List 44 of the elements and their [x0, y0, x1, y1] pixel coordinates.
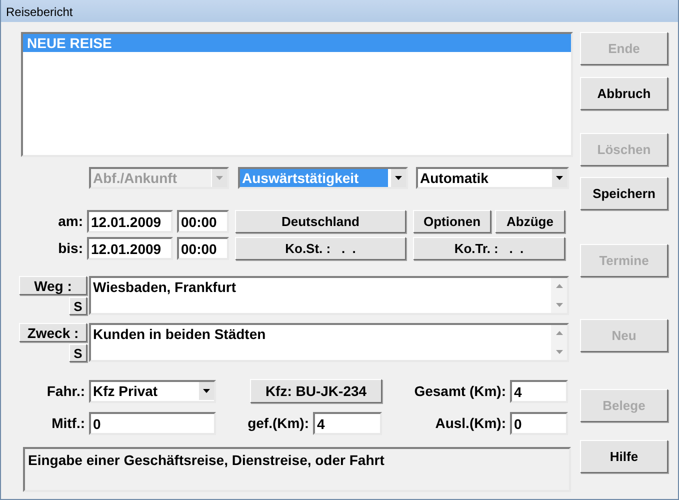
- vehicle-button[interactable]: Kfz: BU-JK-234: [250, 379, 382, 403]
- field-label: gef.(Km):: [248, 415, 309, 431]
- time-field[interactable]: 00:00: [177, 210, 229, 232]
- text-area[interactable]: Wiesbaden, Frankfurt: [89, 276, 569, 315]
- input-field[interactable]: 4: [510, 380, 568, 402]
- label-button[interactable]: Zweck :: [19, 323, 87, 342]
- scrollbar[interactable]: [551, 278, 567, 313]
- field-label: Fahr.:: [46, 383, 85, 399]
- date-field[interactable]: 12.01.2009: [87, 210, 173, 232]
- input-field[interactable]: 0: [510, 412, 568, 434]
- input-field[interactable]: 4: [313, 412, 382, 434]
- window-title: Reisebericht: [1, 0, 678, 22]
- button[interactable]: Abzüge: [495, 210, 565, 232]
- field-label: Mitf.:: [52, 415, 85, 431]
- dropdown[interactable]: Automatik: [416, 167, 569, 189]
- scroll-up-icon: [556, 331, 562, 335]
- input-field[interactable]: 0: [89, 412, 216, 434]
- scroll-down-icon: [556, 303, 562, 307]
- field-label: Ausl.(Km):: [435, 415, 506, 431]
- text-area[interactable]: Kunden in beiden Städten: [89, 323, 569, 362]
- button[interactable]: Abbruch: [580, 77, 668, 110]
- scroll-up-icon: [556, 284, 562, 288]
- status-message: Eingabe einer Geschäftsreise, Dienstreise, oder Fahrt: [23, 447, 571, 492]
- button[interactable]: Deutschland: [235, 210, 406, 232]
- button[interactable]: Hilfe: [580, 440, 668, 473]
- field-label: bis:: [57, 240, 83, 256]
- button[interactable]: Ko.Tr. : . .: [413, 236, 565, 260]
- time-field[interactable]: 00:00: [177, 236, 229, 260]
- scrollbar[interactable]: [551, 325, 567, 360]
- caret-icon: [395, 176, 402, 180]
- dropdown[interactable]: Kfz Privat: [89, 380, 216, 402]
- caret-icon: [556, 176, 563, 180]
- s-button[interactable]: S: [69, 297, 87, 315]
- field-label: am:: [57, 213, 83, 229]
- s-button[interactable]: S: [69, 344, 87, 362]
- label-button[interactable]: Weg :: [19, 276, 87, 295]
- button[interactable]: Optionen: [413, 210, 491, 232]
- scroll-down-icon: [556, 350, 562, 354]
- button[interactable]: Ko.St. : . .: [235, 236, 406, 260]
- caret-icon: [216, 176, 223, 180]
- date-field[interactable]: 12.01.2009: [87, 236, 173, 260]
- caret-icon: [203, 389, 210, 393]
- button[interactable]: Speichern: [580, 177, 668, 210]
- field-label: Gesamt (Km):: [414, 383, 506, 399]
